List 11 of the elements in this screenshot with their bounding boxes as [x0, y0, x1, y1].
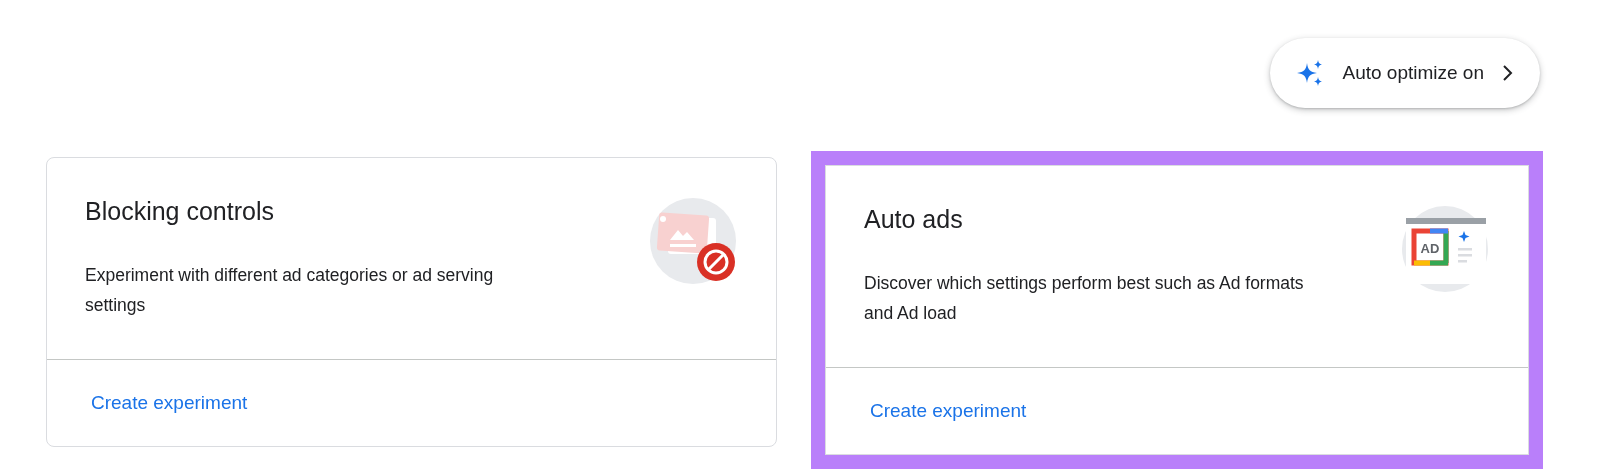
- chevron-right-icon: [1502, 64, 1514, 82]
- blocked-image-icon: [648, 196, 738, 286]
- card-title: Auto ads: [864, 204, 964, 234]
- ad-window-icon: AD: [1400, 204, 1490, 294]
- auto-optimize-button[interactable]: Auto optimize on: [1270, 38, 1540, 108]
- card-description: Experiment with different ad categories or ad serving settings: [85, 264, 495, 317]
- create-experiment-link[interactable]: Create experiment: [91, 388, 248, 418]
- create-experiment-link[interactable]: Create experiment: [870, 396, 1027, 426]
- card-description: Discover which settings perform best such as Ad formats and Ad load: [864, 272, 1305, 325]
- sparkle-icon: [1296, 59, 1325, 87]
- card-title: Blocking controls: [85, 196, 275, 226]
